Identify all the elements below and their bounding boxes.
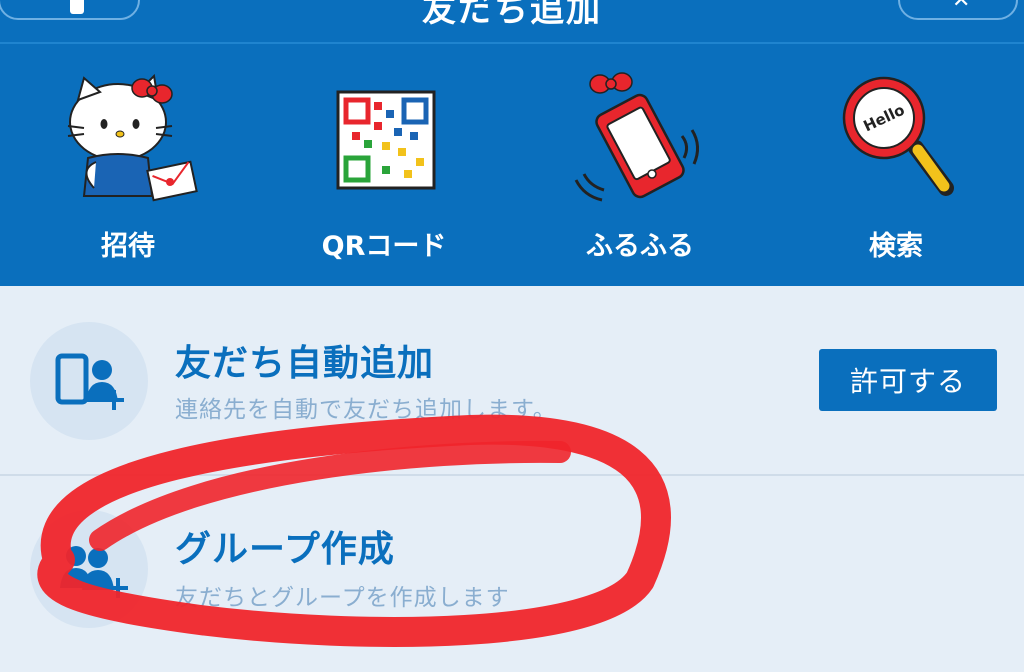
method-label: 検索 xyxy=(869,231,923,262)
hello-kitty-invite-icon xyxy=(67,73,198,202)
method-label: QRコード xyxy=(321,231,447,262)
header-bar: 友だち追加 ✕ xyxy=(0,0,1024,44)
method-label: 招待 xyxy=(101,231,155,262)
create-group-row[interactable]: グループ作成 友だちとグループを作成します xyxy=(0,478,1024,668)
settings-icon: ✕ xyxy=(952,0,971,13)
header-right-button[interactable]: ✕ xyxy=(898,0,1018,20)
method-label: ふるふる xyxy=(586,231,694,262)
magnifier-hello-icon: Hello xyxy=(842,76,954,196)
row-subtitle: 連絡先を自動で友だち追加します。 xyxy=(175,397,557,423)
page-title: 友だち追加 xyxy=(422,0,602,30)
method-shake[interactable]: ふるふる xyxy=(512,44,768,286)
phone-add-friend-icon xyxy=(30,322,148,440)
shaking-phone-icon xyxy=(574,72,699,202)
row-subtitle: 友だちとグループを作成します xyxy=(175,585,510,611)
method-search[interactable]: Hello 検索 xyxy=(768,44,1024,286)
qr-code-icon xyxy=(336,90,436,190)
add-methods-panel: 招待 QRコード ふるふる Hello 検索 xyxy=(0,44,1024,286)
row-title: 友だち自動追加 xyxy=(175,343,435,384)
method-qr-code[interactable]: QRコード xyxy=(256,44,512,286)
allow-button[interactable]: 許可する xyxy=(819,349,997,411)
group-add-icon xyxy=(30,510,148,628)
auto-add-friends-row: 友だち自動追加 連絡先を自動で友だち追加します。 許可する xyxy=(0,286,1024,476)
row-title: グループ作成 xyxy=(175,529,395,570)
method-invite[interactable]: 招待 xyxy=(0,44,256,286)
